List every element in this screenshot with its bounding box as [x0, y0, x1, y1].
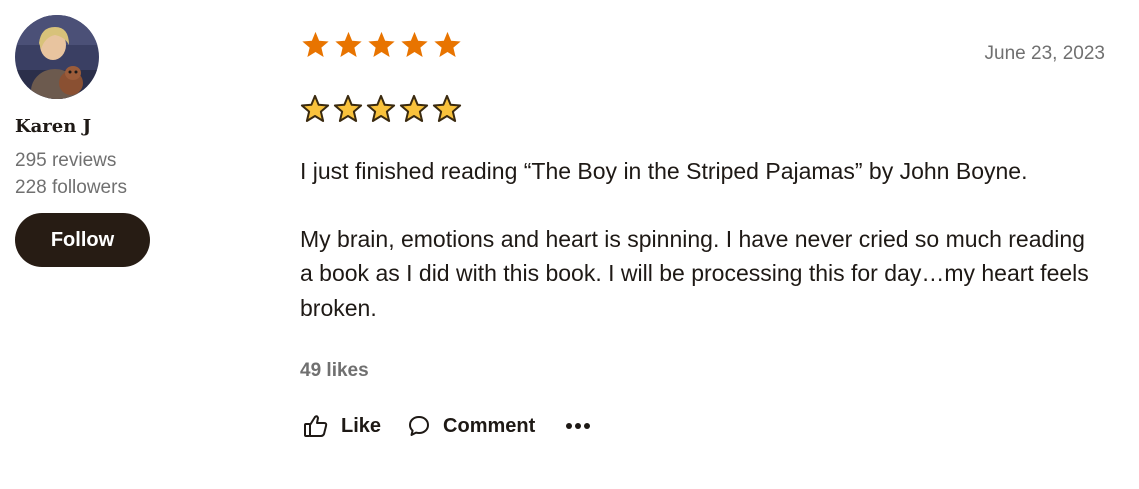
star-emoji-icon: [366, 94, 396, 122]
star-emoji-icon: [333, 94, 363, 122]
like-label: Like: [341, 414, 382, 437]
review-date[interactable]: June 23, 2023: [985, 43, 1105, 65]
speech-bubble-icon: [407, 414, 431, 438]
follow-button[interactable]: Follow: [15, 213, 150, 267]
star-emoji-icon: [399, 94, 429, 122]
more-options-icon: [565, 422, 591, 430]
likes-count[interactable]: 49 likes: [300, 360, 1110, 382]
reviewer-review-count: 295 reviews: [15, 150, 117, 171]
reviewer-name[interactable]: Karen J: [15, 116, 195, 137]
reviewer-follower-count: 228 followers: [15, 177, 127, 198]
rating-star-icon: [434, 31, 461, 57]
thumbs-up-icon: [303, 414, 329, 438]
rating-star-icon: [401, 31, 428, 57]
review-paragraph: I just finished reading “The Boy in the …: [300, 158, 1028, 184]
review-actions: Like Comment: [300, 414, 1110, 438]
reviewer-panel: Karen J 295 reviews 228 followers Follow: [15, 15, 195, 267]
like-button[interactable]: Like: [303, 414, 381, 438]
rating-star-icon: [335, 31, 362, 57]
comment-label: Comment: [443, 414, 536, 437]
emoji-star-row: [300, 94, 1110, 124]
review-paragraph: My brain, emotions and heart is spinning…: [300, 225, 1089, 321]
star-emoji-icon: [300, 94, 330, 122]
rating-star-icon: [302, 31, 329, 57]
review-text: I just finished reading “The Boy in the …: [300, 154, 1090, 325]
more-options-button[interactable]: [565, 422, 591, 430]
rating-star-icon: [368, 31, 395, 57]
star-emoji-icon: [432, 94, 462, 122]
comment-button[interactable]: Comment: [407, 414, 535, 438]
review-body: June 23, 2023 I just finished reading “T…: [300, 30, 1110, 438]
avatar[interactable]: [15, 15, 99, 99]
